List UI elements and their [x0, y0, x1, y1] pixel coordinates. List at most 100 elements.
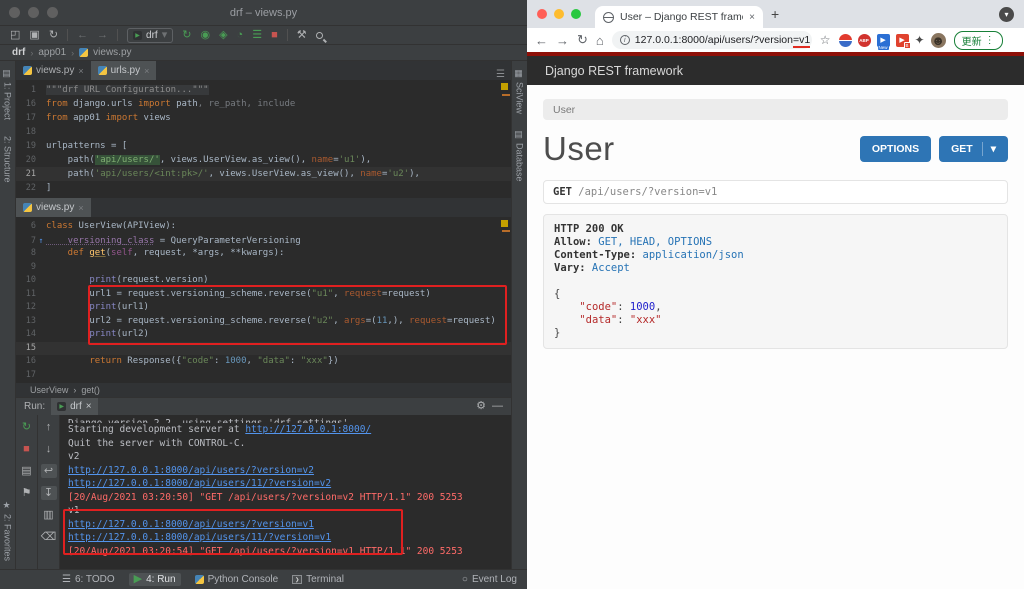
down-stack-icon[interactable]: ↓ — [41, 442, 57, 456]
get-button[interactable]: GET▾ — [939, 136, 1008, 162]
chevron-down-icon[interactable]: ▾ — [991, 143, 996, 155]
concurrency-icon[interactable]: ☰ — [252, 30, 262, 41]
bookmark-star-icon[interactable]: ☆ — [820, 33, 831, 47]
python-icon — [195, 575, 204, 584]
forward-icon[interactable]: → — [97, 30, 108, 41]
toolwindow-structure[interactable]: 2: Structure — [3, 128, 13, 191]
drf-brand[interactable]: Django REST framework — [545, 64, 683, 78]
right-toolwindow-stripe: ▦SciView ▤Database — [511, 61, 527, 569]
tab-views-py-split[interactable]: views.py× — [16, 198, 91, 217]
request-path: /api/users/?version=v1 — [572, 186, 717, 198]
profiler-icon[interactable]: ◔ — [237, 30, 244, 41]
browser-tab[interactable]: User – Django REST framework × — [595, 6, 763, 28]
sync-icon[interactable]: ↻ — [49, 30, 58, 41]
open-project-icon[interactable]: ◰ — [10, 30, 20, 41]
extension-ball-icon[interactable] — [839, 34, 852, 47]
home-icon[interactable]: ⌂ — [596, 33, 604, 48]
zoom-window-icon[interactable] — [571, 9, 581, 19]
rerun-icon[interactable]: ↻ — [19, 420, 35, 434]
request-method: GET — [553, 186, 572, 198]
statusbar-run[interactable]: ▶4: Run — [129, 573, 181, 586]
adblock-plus-icon[interactable]: ABP — [858, 34, 871, 47]
address-bar[interactable]: i 127.0.0.1:8000/api/users/?version=v1 — [612, 31, 812, 49]
profile-avatar[interactable]: ☻ — [931, 33, 946, 48]
chevron-icon: › — [71, 48, 74, 58]
back-icon[interactable]: ← — [535, 33, 548, 48]
new-tab-button[interactable]: + — [771, 6, 779, 22]
drf-breadcrumb[interactable]: User — [543, 99, 1008, 120]
breadcrumb-package[interactable]: app01 — [38, 47, 66, 58]
statusbar-python-console[interactable]: Python Console — [195, 574, 279, 585]
close-tab-icon[interactable]: × — [78, 203, 83, 213]
url-version-highlight: =v1 — [793, 34, 810, 48]
toolwindow-project[interactable]: ▤1: Project — [3, 61, 13, 128]
rerun-icon[interactable]: ↻ — [182, 30, 191, 41]
editor-views-py[interactable]: 6class UserView(APIView):7↑ versioning_c… — [16, 217, 511, 383]
toolwindow-favorites[interactable]: ★2: Favorites — [3, 493, 13, 569]
tab-views-py[interactable]: views.py× — [16, 61, 91, 80]
close-tab-icon[interactable]: × — [78, 66, 83, 76]
breadcrumb-class[interactable]: UserView — [30, 385, 68, 395]
minimize-window-icon[interactable] — [554, 9, 564, 19]
editor-urls-py[interactable]: 1"""drf URL Configuration..."""16from dj… — [16, 80, 511, 198]
stop-icon[interactable]: ■ — [19, 442, 35, 456]
kebab-menu-icon[interactable]: ⋮ — [985, 35, 995, 46]
console-link[interactable]: http://127.0.0.1:8000/ — [245, 424, 371, 435]
scroll-to-end-icon[interactable]: ↧ — [41, 486, 57, 500]
soft-wrap-icon[interactable]: ↩ — [41, 464, 57, 478]
breadcrumb-function[interactable]: get() — [81, 385, 100, 395]
save-icon[interactable]: ▣ — [29, 30, 39, 41]
close-tab-icon[interactable]: × — [86, 401, 92, 412]
console-link[interactable]: http://127.0.0.1:8000/api/users/11/?vers… — [68, 532, 331, 543]
chrome-update-button[interactable]: 更新⋮ — [954, 31, 1003, 50]
stop-icon[interactable]: ■ — [271, 30, 278, 41]
minimize-panel-icon[interactable]: — — [492, 401, 503, 412]
forward-icon[interactable]: → — [556, 33, 569, 48]
restore-layout-icon[interactable]: ▤ — [19, 464, 35, 478]
debug-icon[interactable]: ◉ — [200, 30, 210, 41]
settings-wrench-icon[interactable]: ⚒ — [297, 30, 307, 41]
options-button[interactable]: OPTIONS — [860, 136, 931, 162]
tab-urls-py[interactable]: urls.py× — [91, 61, 157, 80]
back-icon[interactable]: ← — [77, 30, 88, 41]
breadcrumb-project[interactable]: drf — [12, 47, 25, 58]
run-config-icon: ▶ — [133, 31, 142, 40]
run-configuration-select[interactable]: ▶ drf ▾ — [127, 28, 173, 43]
toolwindow-database[interactable]: ▤Database — [515, 122, 525, 190]
statusbar-todo[interactable]: ☰6: TODO — [62, 574, 115, 585]
toolwindow-sciview[interactable]: ▦SciView — [515, 61, 525, 122]
bilibili-extension-icon[interactable]: ▶B — [896, 34, 909, 47]
console-link[interactable]: http://127.0.0.1:8000/api/users/?version… — [68, 519, 314, 530]
terminal-icon: ❯ — [292, 575, 302, 584]
run-tab-drf[interactable]: ▶drf× — [51, 398, 98, 416]
tab-options-icon[interactable]: ☰ — [490, 69, 511, 80]
clear-console-icon[interactable]: ⌫ — [41, 530, 57, 544]
print-icon[interactable]: ▥ — [41, 508, 57, 522]
chevron-icon: › — [73, 385, 76, 395]
page-title: User — [543, 130, 615, 168]
reload-icon[interactable]: ↻ — [577, 32, 588, 48]
console-link[interactable]: http://127.0.0.1:8000/api/users/11/?vers… — [68, 478, 331, 489]
gear-icon[interactable]: ⚙ — [476, 401, 486, 412]
pin-icon[interactable]: ⚑ — [19, 486, 35, 500]
site-info-icon[interactable]: i — [620, 35, 630, 45]
close-tab-icon[interactable]: × — [749, 12, 755, 23]
run-console-output[interactable]: Django version 2.2, using settings 'drf.… — [60, 415, 511, 569]
console-link[interactable]: http://127.0.0.1:8000/api/users/?version… — [68, 465, 314, 476]
extensions-menu-icon[interactable]: ✦ — [915, 33, 925, 47]
close-tab-icon[interactable]: × — [144, 66, 149, 76]
pycharm-window: drf – views.py ◰ ▣ ↻ ← → ▶ drf ▾ ↻ ◉ ◈ ◔… — [0, 0, 527, 589]
tab-search-icon[interactable]: ▾ — [999, 7, 1014, 22]
close-window-icon[interactable] — [537, 9, 547, 19]
python-file-icon — [23, 66, 32, 75]
grid-icon: ▦ — [515, 69, 525, 79]
breadcrumb-file[interactable]: views.py — [93, 47, 131, 58]
statusbar-event-log[interactable]: ○Event Log — [462, 574, 517, 585]
run-label: Run: — [24, 401, 45, 412]
coverage-icon[interactable]: ◈ — [219, 30, 227, 41]
download-extension-icon[interactable]: ▶New — [877, 34, 890, 47]
search-icon[interactable] — [316, 32, 323, 39]
statusbar-terminal[interactable]: ❯Terminal — [292, 574, 344, 585]
browser-window-controls[interactable] — [537, 9, 581, 19]
up-stack-icon[interactable]: ↑ — [41, 420, 57, 434]
